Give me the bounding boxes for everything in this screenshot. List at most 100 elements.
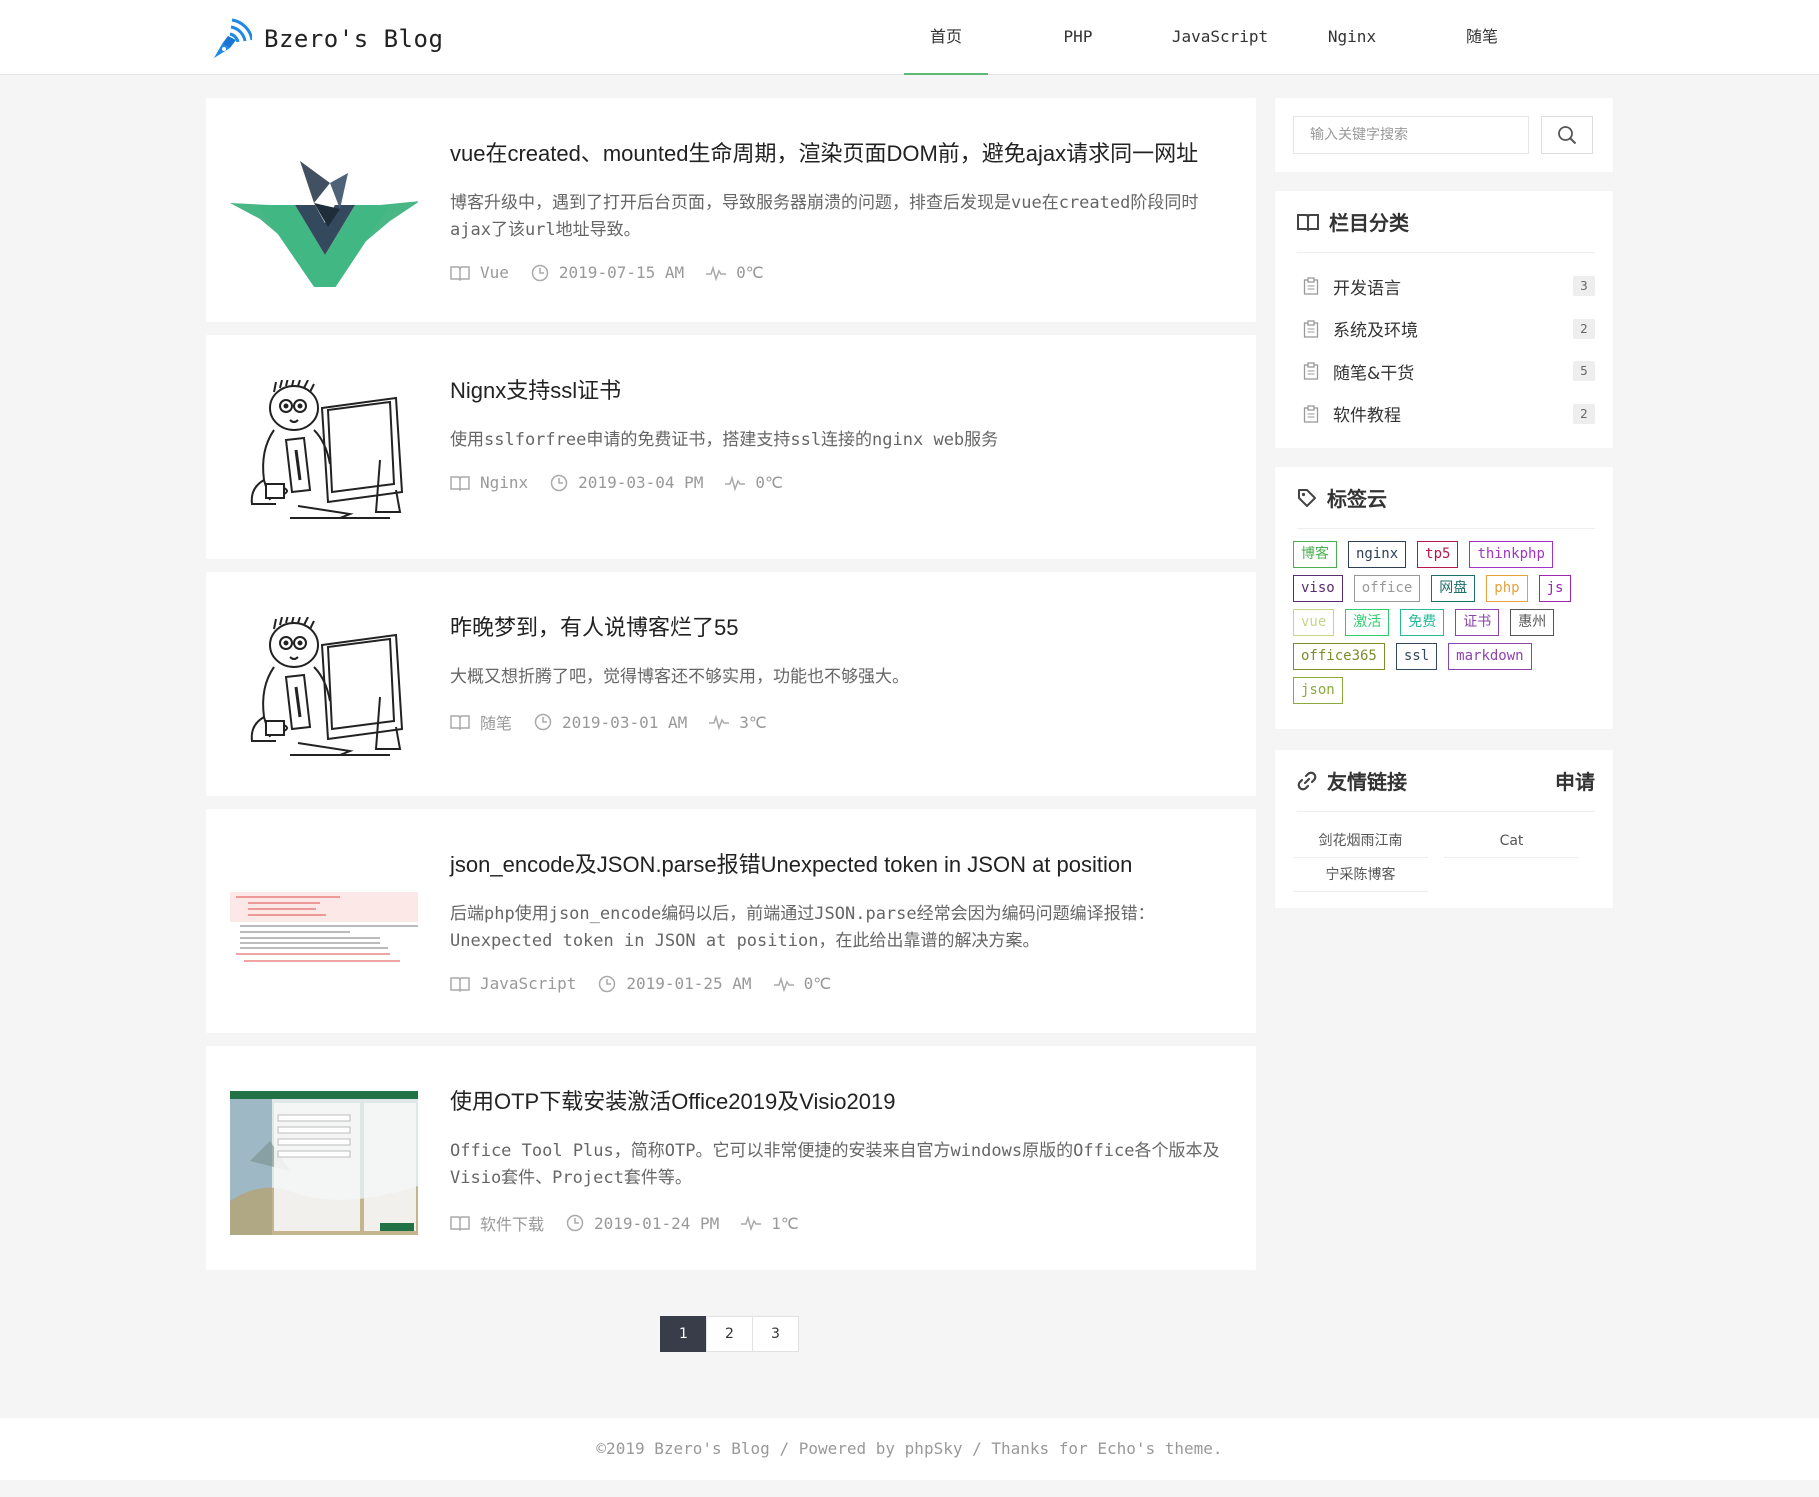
post-thumbnail-programmer[interactable]	[230, 380, 418, 524]
post-thumbnail-programmer[interactable]	[230, 617, 418, 761]
programmer-cartoon-icon	[250, 617, 404, 756]
clock-icon	[566, 1214, 584, 1232]
post-meta: JavaScript 2019-01-25 AM 0℃	[450, 974, 853, 993]
tag-item[interactable]: office365	[1293, 643, 1385, 670]
tag-item[interactable]: 证书	[1455, 609, 1500, 636]
console-error-screenshot-icon	[230, 854, 418, 998]
pulse-icon	[709, 714, 730, 730]
main-nav: 首页 PHP JavaScript Nginx 随笔	[904, 0, 1522, 75]
apply-link-button[interactable]: 申请	[1555, 766, 1595, 795]
clipboard-icon	[1303, 277, 1319, 295]
tag-item[interactable]: markdown	[1448, 643, 1532, 670]
tag-item[interactable]: js	[1538, 575, 1572, 602]
category-item[interactable]: 系统及环境 2	[1303, 308, 1595, 351]
tag-item[interactable]: 激活	[1345, 609, 1390, 636]
post-excerpt: 博客升级中，遇到了打开后台页面，导致服务器崩溃的问题，排查后发现是vue在cre…	[450, 193, 1199, 240]
post-date: 2019-07-15 AM	[531, 263, 684, 282]
tag-item[interactable]: nginx	[1348, 541, 1407, 568]
tag-item[interactable]: tp5	[1417, 541, 1459, 568]
nav-javascript[interactable]: JavaScript	[1160, 0, 1280, 75]
tag-cloud-widget: 标签云 博客 nginx tp5 thinkphp viso office 网盘 php js v…	[1275, 467, 1613, 729]
vue-logo-icon	[230, 161, 418, 287]
tag-item[interactable]: thinkphp	[1469, 541, 1553, 568]
search-button[interactable]	[1541, 116, 1593, 154]
pulse-icon	[706, 264, 727, 281]
tag-cloud-header: 标签云	[1297, 467, 1595, 529]
post-excerpt: 大概又想折腾了吧，觉得博客还不够实用，功能也不够强大。	[450, 667, 909, 687]
clock-icon	[550, 474, 568, 491]
category-item[interactable]: 随笔&干货 5	[1303, 350, 1595, 393]
site-header: Bzero's Blog 首页 PHP JavaScript Nginx 随笔	[0, 0, 1819, 75]
category-item[interactable]: 开发语言 3	[1303, 265, 1595, 308]
tag-item[interactable]: ssl	[1395, 643, 1438, 670]
post-meta: Vue 2019-07-15 AM 0℃	[450, 263, 786, 282]
pulse-icon	[773, 975, 794, 992]
tag-item[interactable]: 惠州	[1510, 609, 1555, 636]
post-thumbnail-office-tool[interactable]	[230, 1091, 418, 1235]
tag-item[interactable]: 网盘	[1431, 575, 1476, 602]
tag-item[interactable]: office	[1353, 575, 1421, 602]
page-3-button[interactable]: 3	[752, 1316, 799, 1352]
post-card: Nignx支持ssl证书 使用sslforfree申请的免费证书，搭建支持ssl…	[206, 335, 1256, 559]
book-icon	[450, 715, 470, 730]
post-title[interactable]: json_encode及JSON.parse报错Unexpected token…	[450, 847, 1132, 879]
page-1-button[interactable]: 1	[660, 1316, 707, 1352]
pulse-icon	[725, 474, 746, 491]
post-meta: 随笔 2019-03-01 AM 3℃	[450, 710, 789, 734]
clock-icon	[531, 264, 549, 281]
category-widget-title: 栏目分类	[1329, 211, 1409, 235]
post-card: 使用OTP下载安装激活Office2019及Visio2019 Office T…	[206, 1046, 1256, 1270]
post-list: vue在created、mounted生命周期，渲染页面DOM前，避免ajax请…	[206, 98, 1256, 1283]
post-title[interactable]: 使用OTP下载安装激活Office2019及Visio2019	[450, 1084, 895, 1116]
post-category[interactable]: JavaScript	[450, 974, 576, 993]
pen-signal-logo-icon	[214, 18, 252, 58]
post-meta: Nginx 2019-03-04 PM 0℃	[450, 473, 805, 492]
friend-link[interactable]: 剑花烟雨江南	[1293, 824, 1428, 858]
post-title[interactable]: 昨晚梦到，有人说博客烂了55	[450, 610, 738, 642]
post-category[interactable]: Nginx	[450, 473, 528, 492]
tag-item[interactable]: php	[1486, 575, 1528, 602]
pagination: 1 2 3	[660, 1316, 799, 1352]
footer-text: ©2019 Bzero's Blog / Powered by phpSky /…	[596, 1439, 1223, 1458]
tag-item[interactable]: viso	[1293, 575, 1343, 602]
clipboard-icon	[1303, 320, 1319, 338]
post-category[interactable]: 随笔	[450, 710, 512, 734]
nav-nginx[interactable]: Nginx	[1302, 0, 1402, 75]
tag-item[interactable]: 免费	[1400, 609, 1445, 636]
post-title[interactable]: vue在created、mounted生命周期，渲染页面DOM前，避免ajax请…	[450, 136, 1198, 168]
friend-links-list: 剑花烟雨江南 Cat 宁采陈博客	[1293, 824, 1583, 892]
post-category[interactable]: 软件下载	[450, 1211, 544, 1235]
category-count: 3	[1573, 276, 1595, 297]
tag-item[interactable]: json	[1293, 677, 1343, 704]
friend-link[interactable]: Cat	[1444, 824, 1579, 858]
tag-list: 博客 nginx tp5 thinkphp viso office 网盘 php js vue 激活…	[1293, 541, 1593, 711]
friend-link[interactable]: 宁采陈博客	[1293, 858, 1428, 892]
tag-item[interactable]: vue	[1293, 609, 1335, 636]
post-temperature: 0℃	[773, 974, 831, 993]
post-temperature: 3℃	[709, 713, 767, 732]
post-thumbnail-console[interactable]	[230, 854, 418, 998]
post-temperature: 0℃	[706, 263, 764, 282]
page-2-button[interactable]: 2	[706, 1316, 753, 1352]
search-input[interactable]	[1293, 116, 1529, 154]
category-item[interactable]: 软件教程 2	[1303, 393, 1595, 436]
post-thumbnail-vue[interactable]	[230, 143, 418, 287]
nav-php[interactable]: PHP	[1018, 0, 1138, 75]
search-widget	[1275, 98, 1613, 172]
clock-icon	[599, 975, 616, 992]
category-count: 2	[1573, 403, 1595, 424]
post-date: 2019-01-25 AM	[598, 974, 752, 993]
site-logo[interactable]: Bzero's Blog	[208, 18, 443, 60]
nav-essays[interactable]: 随笔	[1442, 0, 1522, 75]
category-count: 5	[1573, 361, 1595, 382]
tag-item[interactable]: 博客	[1293, 541, 1337, 568]
book-icon	[450, 475, 470, 491]
post-category[interactable]: Vue	[450, 263, 509, 282]
link-icon	[1297, 771, 1317, 790]
nav-home[interactable]: 首页	[904, 0, 988, 75]
post-excerpt: Office Tool Plus，简称OTP。它可以非常便捷的安装来自官方win…	[450, 1141, 1220, 1188]
tag-cloud-title: 标签云	[1327, 487, 1387, 511]
clock-icon	[534, 713, 552, 731]
post-excerpt: 使用sslforfree申请的免费证书，搭建支持ssl连接的nginx web服…	[450, 430, 999, 450]
post-title[interactable]: Nignx支持ssl证书	[450, 373, 621, 405]
